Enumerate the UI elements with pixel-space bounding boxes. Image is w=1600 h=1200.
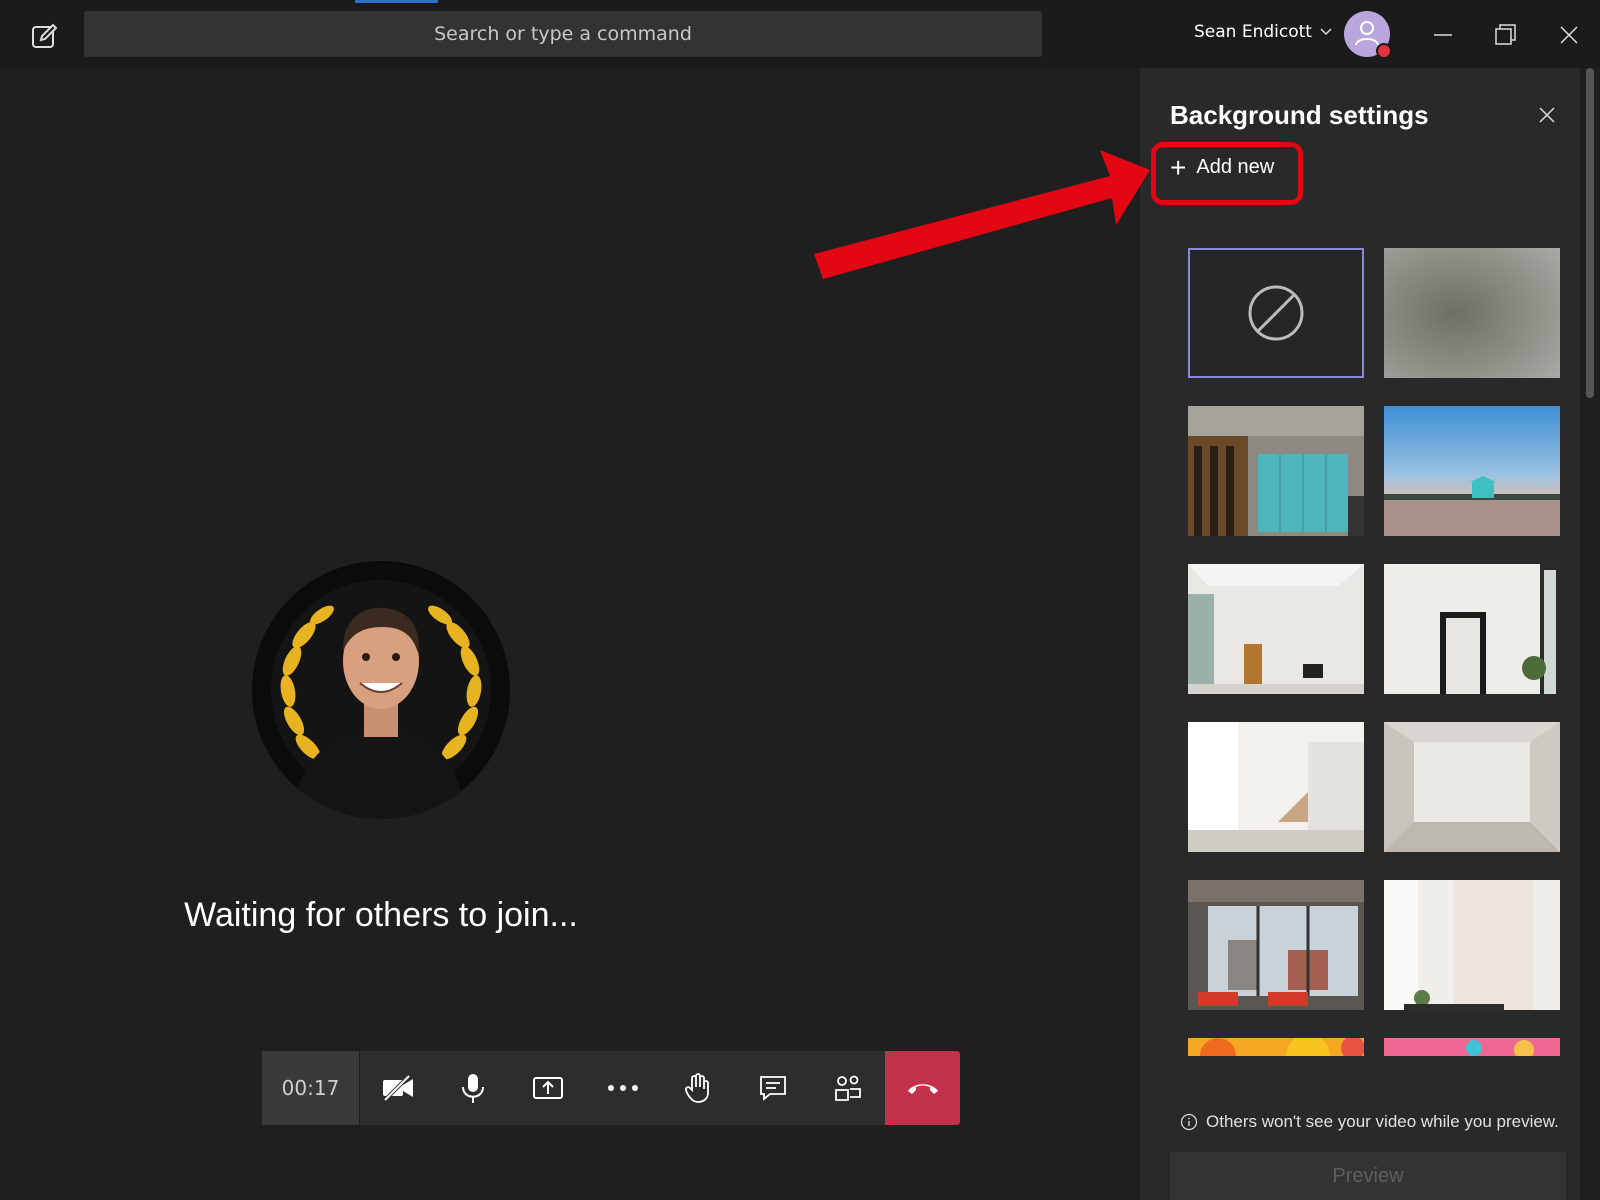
user-menu[interactable]: Sean Endicott — [1194, 22, 1332, 42]
profile-picture — [252, 561, 510, 819]
hang-up-button[interactable] — [885, 1051, 960, 1125]
panel-scrollbar[interactable] — [1586, 68, 1594, 398]
search-placeholder: Search or type a command — [434, 23, 692, 45]
background-white-room-mirror[interactable] — [1384, 564, 1560, 694]
microphone-icon[interactable] — [435, 1051, 510, 1125]
background-white-wall-plant[interactable] — [1384, 880, 1560, 1010]
share-screen-icon[interactable] — [510, 1051, 585, 1125]
panel-title: Background settings — [1170, 100, 1429, 130]
annotation-highlight-box — [1151, 142, 1303, 205]
search-input[interactable]: Search or type a command — [84, 11, 1042, 57]
active-tab-indicator — [355, 0, 438, 3]
user-name: Sean Endicott — [1194, 22, 1312, 42]
info-text: Others won't see your video while you pr… — [1206, 1112, 1559, 1131]
chevron-down-icon — [1320, 28, 1332, 36]
background-blur[interactable] — [1384, 248, 1560, 378]
background-balloons-orange[interactable] — [1188, 1038, 1364, 1056]
background-white-room-window[interactable] — [1188, 564, 1364, 694]
preview-info: Others won't see your video while you pr… — [1180, 1112, 1559, 1132]
background-white-studio[interactable] — [1384, 722, 1560, 852]
avatar[interactable] — [1344, 11, 1392, 59]
close-icon[interactable] — [1554, 20, 1584, 50]
background-city-loft[interactable] — [1188, 880, 1364, 1010]
hang-up-icon — [907, 1084, 938, 1094]
compose-icon[interactable] — [28, 20, 60, 52]
call-stage — [0, 68, 1140, 1200]
background-none[interactable] — [1188, 248, 1364, 378]
background-beach[interactable] — [1384, 406, 1560, 536]
close-icon[interactable] — [1536, 104, 1558, 126]
waiting-message: Waiting for others to join... — [184, 896, 578, 934]
raise-hand-icon[interactable] — [660, 1051, 735, 1125]
background-office-lockers[interactable] — [1188, 406, 1364, 536]
preview-button[interactable]: Preview — [1170, 1152, 1566, 1200]
background-white-loft-stairs[interactable] — [1188, 722, 1364, 852]
presence-badge — [1376, 43, 1392, 59]
minimize-icon[interactable] — [1428, 20, 1458, 50]
restore-icon[interactable] — [1490, 20, 1520, 50]
camera-off-icon[interactable] — [360, 1051, 435, 1125]
call-timer: 00:17 — [262, 1051, 360, 1125]
background-grid — [1188, 248, 1568, 1056]
background-balloons-pink[interactable] — [1384, 1038, 1560, 1056]
background-settings-panel: Background settings + Add new Others won… — [1140, 68, 1580, 1200]
no-background-icon — [1248, 285, 1304, 341]
title-bar: Search or type a command Sean Endicott — [0, 0, 1600, 68]
info-icon — [1180, 1113, 1198, 1131]
more-icon[interactable] — [585, 1051, 660, 1125]
call-controls: 00:17 — [262, 1051, 960, 1125]
participants-icon[interactable] — [810, 1051, 885, 1125]
chat-icon[interactable] — [735, 1051, 810, 1125]
